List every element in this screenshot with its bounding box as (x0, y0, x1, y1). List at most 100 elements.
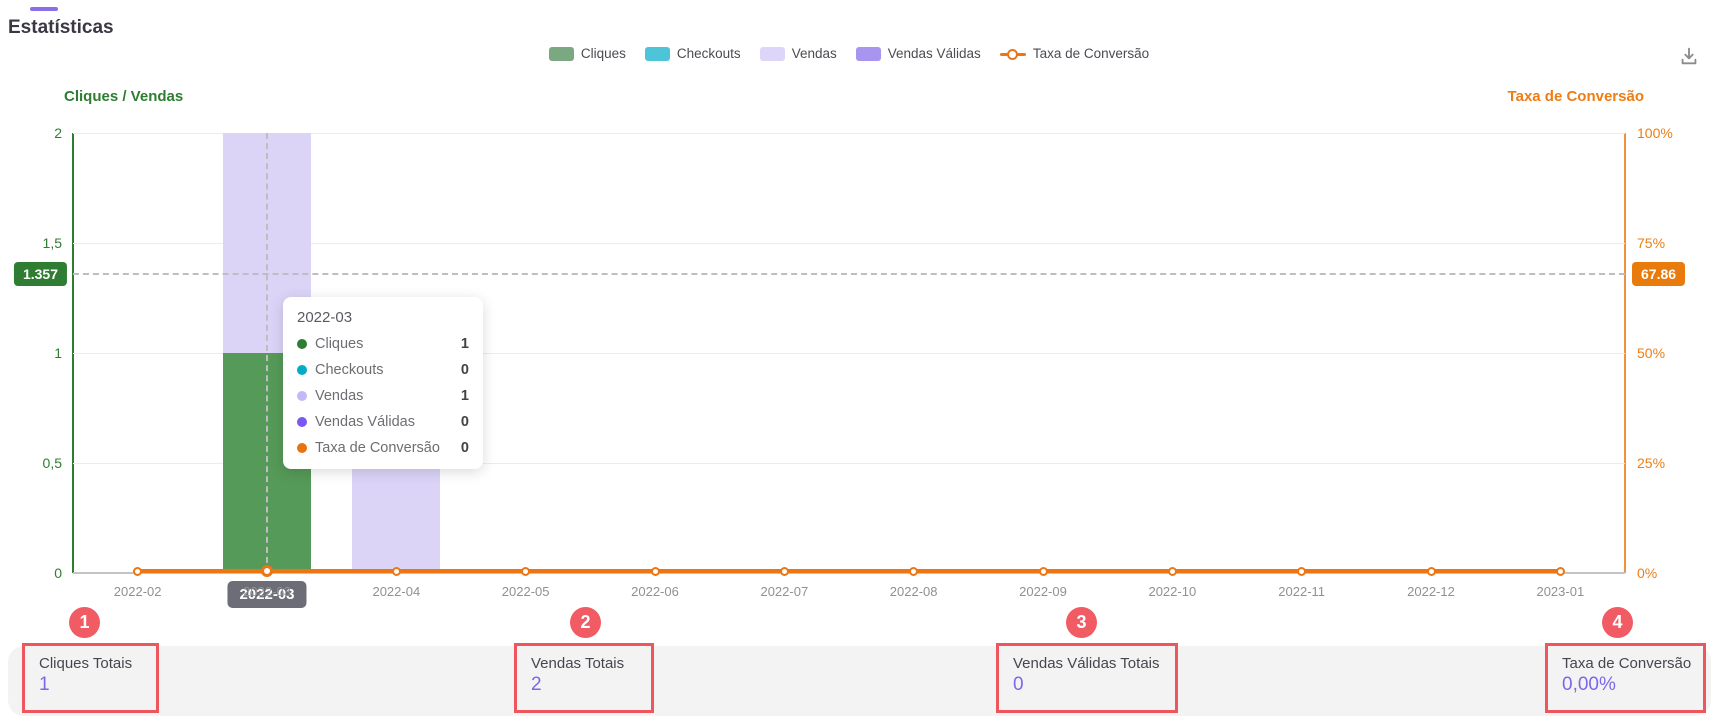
legend-item-label: Taxa de Conversão (1033, 46, 1149, 61)
tooltip-series-dot (297, 391, 307, 401)
right-axis-tick: 25% (1637, 455, 1665, 471)
x-axis-tick-2022-05: 2022-05 (502, 584, 550, 599)
active-tab-indicator (30, 7, 58, 11)
legend-swatch (760, 47, 785, 61)
x-axis-tick-2022-12: 2022-12 (1407, 584, 1455, 599)
tooltip-series-value: 0 (461, 414, 469, 430)
summary-panel (8, 646, 1711, 716)
tooltip-series-value: 1 (461, 388, 469, 404)
download-chart-button[interactable] (1672, 42, 1706, 72)
taxa-marker-2022-06[interactable] (651, 567, 660, 576)
tooltip-series-dot (297, 443, 307, 453)
annotation-badge-1: 1 (69, 607, 100, 638)
x-axis-tick-2022-06: 2022-06 (631, 584, 679, 599)
legend-item-label: Checkouts (677, 46, 741, 61)
tooltip-series-label: Cliques (315, 336, 363, 352)
legend-swatch (645, 47, 670, 61)
x-axis-tick-2022-11: 2022-11 (1278, 584, 1325, 599)
tooltip-row: Vendas Válidas 0 (297, 414, 469, 430)
legend-item-vendas-va-lidas[interactable]: Vendas Válidas (856, 46, 981, 61)
tooltip-series-value: 0 (461, 362, 469, 378)
taxa-marker-2022-04[interactable] (392, 567, 401, 576)
taxa-marker-2022-10[interactable] (1168, 567, 1177, 576)
taxa-marker-2022-02[interactable] (133, 567, 142, 576)
right-axis-tick: 75% (1637, 235, 1665, 251)
left-axis-tick: 1 (2, 345, 62, 361)
page-title: Estatísticas (8, 17, 114, 39)
card-value: 0,00% (1562, 674, 1703, 696)
legend-item-cliques[interactable]: Cliques (549, 46, 626, 61)
taxa-marker-2022-03[interactable] (261, 565, 273, 577)
chart-legend: Cliques Checkouts Vendas Vendas Válidas Taxa… (73, 46, 1625, 61)
legend-line-swatch (1000, 47, 1026, 61)
card-label: Vendas Válidas Totais (1013, 655, 1175, 672)
tooltip-series-label: Checkouts (315, 362, 384, 378)
x-axis-tick-2022-07: 2022-07 (760, 584, 808, 599)
tooltip-row: Taxa de Conversão 0 (297, 440, 469, 456)
chart-tooltip: 2022-03 Cliques 1 Checkouts 0 Vendas 1 Vendas … (283, 297, 483, 469)
left-axis-tick: 1,5 (2, 235, 62, 251)
taxa-marker-2022-05[interactable] (521, 567, 530, 576)
x-axis-tick-2022-02: 2022-02 (114, 584, 162, 599)
taxa-marker-2022-07[interactable] (780, 567, 789, 576)
legend-item-label: Vendas (792, 46, 837, 61)
legend-item-label: Cliques (581, 46, 626, 61)
x-axis-tick-2022-08: 2022-08 (890, 584, 938, 599)
taxa-marker-2022-09[interactable] (1039, 567, 1048, 576)
x-axis-tick-2022-09: 2022-09 (1019, 584, 1067, 599)
taxa-marker-2022-08[interactable] (909, 567, 918, 576)
tooltip-series-dot (297, 417, 307, 427)
x-axis-tick-2022-04: 2022-04 (372, 584, 420, 599)
legend-item-taxa-de-conversa-o[interactable]: Taxa de Conversão (1000, 46, 1149, 61)
tooltip-series-label: Vendas Válidas (315, 414, 415, 430)
card-label: Taxa de Conversão (1562, 655, 1703, 672)
annotation-badge-3: 3 (1066, 607, 1097, 638)
left-axis-tick: 2 (2, 125, 62, 141)
tooltip-series-label: Vendas (315, 388, 363, 404)
annotation-badge-2: 2 (570, 607, 601, 638)
x-axis-tick-2022-03: 2022-03 (243, 584, 291, 599)
annotation-box-4 summary-card-taxa-de-conversa-o: Taxa de Conversão 0,00% (1545, 643, 1706, 713)
card-label: Vendas Totais (531, 655, 651, 672)
axis-pointer-left-label: 1.357 (14, 262, 67, 286)
axis-pointer-right-label: 67.86 (1632, 262, 1685, 286)
card-label: Cliques Totais (39, 655, 156, 672)
right-axis-tick: 50% (1637, 345, 1665, 361)
tooltip-row: Checkouts 0 (297, 362, 469, 378)
left-axis-title: Cliques / Vendas (64, 88, 183, 105)
annotation-box-2 summary-card-vendas-totais: Vendas Totais 2 (514, 643, 654, 713)
taxa-marker-2023-01[interactable] (1556, 567, 1565, 576)
crosshair-vertical (266, 133, 268, 573)
tooltip-title: 2022-03 (297, 309, 469, 326)
taxa-marker-2022-12[interactable] (1427, 567, 1436, 576)
x-axis-tick-2023-01: 2023-01 (1536, 584, 1584, 599)
tooltip-series-dot (297, 365, 307, 375)
x-axis-tick-2022-10: 2022-10 (1148, 584, 1196, 599)
legend-item-label: Vendas Válidas (888, 46, 981, 61)
left-axis-tick: 0,5 (2, 455, 62, 471)
crosshair-horizontal (73, 273, 1625, 275)
annotation-badge-4: 4 (1602, 607, 1633, 638)
right-axis-tick: 100% (1637, 125, 1673, 141)
right-axis-tick: 0% (1637, 565, 1657, 581)
statistics-page: Estatísticas Cliques Checkouts Vendas Venda… (0, 0, 1721, 726)
legend-item-vendas[interactable]: Vendas (760, 46, 837, 61)
taxa-de-conversao-line[interactable] (138, 569, 1561, 573)
right-axis-title: Taxa de Conversão (1508, 88, 1644, 105)
tooltip-row: Cliques 1 (297, 336, 469, 352)
taxa-marker-2022-11[interactable] (1297, 567, 1306, 576)
legend-swatch (549, 47, 574, 61)
card-value: 1 (39, 674, 156, 696)
tooltip-series-value: 0 (461, 440, 469, 456)
card-value: 2 (531, 674, 651, 696)
tooltip-series-label: Taxa de Conversão (315, 440, 440, 456)
tooltip-series-value: 1 (461, 336, 469, 352)
left-axis-tick: 0 (2, 565, 62, 581)
card-value: 0 (1013, 674, 1175, 696)
legend-swatch (856, 47, 881, 61)
tooltip-series-dot (297, 339, 307, 349)
annotation-box-1 summary-card-cliques-totais: Cliques Totais 1 (22, 643, 159, 713)
legend-item-checkouts[interactable]: Checkouts (645, 46, 741, 61)
download-icon (1678, 55, 1700, 70)
annotation-box-3 summary-card-vendas-va-lidas-totais: Vendas Válidas Totais 0 (996, 643, 1178, 713)
